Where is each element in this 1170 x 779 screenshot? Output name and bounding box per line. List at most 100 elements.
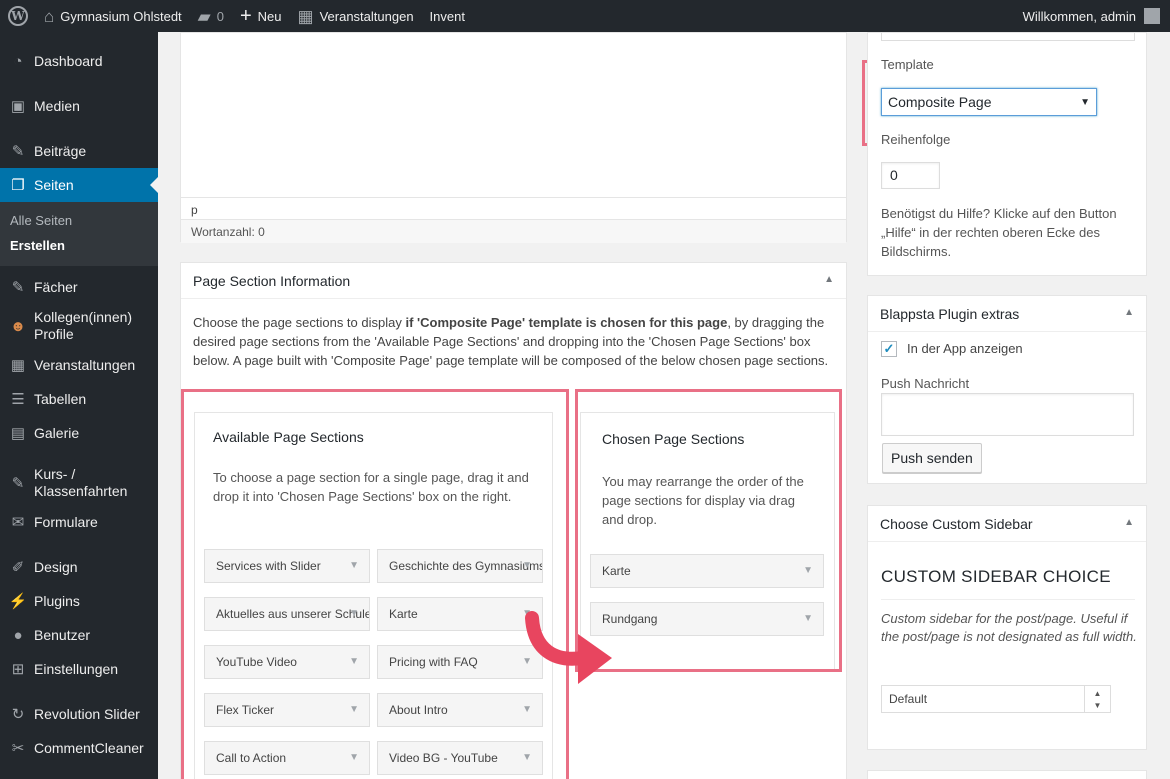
comments-link[interactable]: ▰ 0	[190, 0, 232, 32]
refresh-icon: ↻	[11, 706, 25, 723]
chosen-sections-title: Chosen Page Sections	[602, 431, 745, 447]
menu-label: Plugins	[34, 593, 80, 609]
order-input[interactable]: 0	[881, 162, 940, 189]
menu-item-colleagues[interactable]: ☻ Kollegen(innen) Profile	[0, 304, 158, 348]
section-item[interactable]: About Intro ▼	[377, 693, 543, 727]
chosen-page-sections[interactable]: Chosen Page Sections You may rearrange t…	[580, 412, 835, 671]
gallery-icon: ▤	[10, 425, 26, 442]
comments-count: 0	[216, 8, 224, 24]
menu-item-settings[interactable]: ⊞ Einstellungen	[0, 652, 158, 686]
menu-item-posts[interactable]: ✎ Beiträge	[0, 134, 158, 168]
postbox-title: Choose Custom Sidebar	[880, 516, 1033, 532]
chosen-section-item[interactable]: Karte ▼	[590, 554, 824, 588]
plug-icon: ⚡	[8, 593, 28, 610]
push-send-button[interactable]: Push senden	[882, 443, 982, 473]
template-select[interactable]: Composite Page ▼	[881, 88, 1097, 116]
menu-item-pages[interactable]: ❐ Seiten	[0, 168, 158, 202]
submenu-item-new-page[interactable]: Erstellen	[0, 233, 158, 258]
caret-down-icon: ▼	[803, 565, 813, 576]
menu-label: Beiträge	[34, 143, 87, 159]
postbox-header[interactable]: Blappsta Plugin extras ▲	[868, 296, 1146, 332]
collapse-toggle-icon[interactable]: ▲	[1124, 307, 1134, 318]
push-message-label: Push Nachricht	[881, 376, 970, 391]
pushpin-icon: ✎	[11, 474, 25, 492]
menu-label: Medien	[34, 98, 80, 114]
caret-down-icon: ▼	[349, 656, 359, 667]
site-name-label: Gymnasium Ohlstedt	[60, 8, 182, 24]
admin-bar: W ⌂ Gymnasium Ohlstedt ▰ 0 + Neu ▦ Veran…	[0, 0, 1170, 32]
menu-item-forms[interactable]: ✉ Formulare	[0, 505, 158, 539]
section-item[interactable]: Video BG - YouTube ▼	[377, 741, 543, 775]
table-icon: ☰	[11, 391, 25, 408]
custom-sidebar-select[interactable]: Default ▲ ▼	[881, 685, 1111, 713]
account-menu[interactable]: Willkommen, admin	[1015, 0, 1170, 32]
custom-sidebar-heading: CUSTOM SIDEBAR CHOICE	[881, 567, 1111, 586]
content-editor[interactable]: p Wortanzahl: 0	[180, 32, 847, 243]
word-count: Wortanzahl: 0	[181, 219, 846, 243]
caret-down-icon: ▼	[522, 704, 532, 715]
template-label: Template	[881, 57, 934, 72]
menu-label: Galerie	[34, 425, 80, 441]
menu-label: Tabellen	[34, 391, 87, 407]
postbox-header[interactable]: Page Section Information ▲	[181, 263, 846, 299]
pages-submenu: Alle Seiten Erstellen	[0, 202, 158, 266]
greeting-text: Willkommen, admin	[1022, 8, 1136, 24]
push-message-textarea[interactable]	[881, 393, 1134, 436]
menu-item-tables[interactable]: ☰ Tabellen	[0, 382, 158, 416]
site-name-link[interactable]: ⌂ Gymnasium Ohlstedt	[36, 0, 190, 32]
menu-label: Kollegen(innen) Profile	[34, 309, 133, 342]
section-item[interactable]: Karte ▼	[377, 597, 543, 631]
menu-item-subjects[interactable]: ✎ Fächer	[0, 270, 158, 304]
plus-icon: +	[239, 5, 252, 27]
postbox-header[interactable]: Choose Custom Sidebar ▲	[868, 506, 1146, 542]
menu-item-media[interactable]: ▣ Medien	[0, 89, 158, 123]
collapse-toggle-icon[interactable]: ▲	[824, 274, 834, 285]
menu-item-design[interactable]: ✐ Design	[0, 550, 158, 584]
caret-down-icon: ▼	[522, 752, 532, 763]
wordpress-logo-icon[interactable]: W	[0, 0, 36, 32]
divider	[881, 599, 1135, 600]
custom-sidebar-note: Custom sidebar for the post/page. Useful…	[881, 611, 1137, 644]
section-item[interactable]: Call to Action ▼	[204, 741, 370, 775]
caret-down-icon: ▼	[803, 613, 813, 624]
section-item[interactable]: Pricing with FAQ ▼	[377, 645, 543, 679]
caret-down-icon: ▼	[349, 608, 359, 619]
chosen-section-item[interactable]: Rundgang ▼	[590, 602, 824, 636]
new-content-link[interactable]: + Neu	[232, 0, 290, 32]
menu-item-comment-cleaner[interactable]: ✂ CommentCleaner	[0, 731, 158, 765]
settings-sliders-icon: ⊞	[11, 661, 25, 678]
pushpin-icon: ✎	[11, 143, 25, 160]
caret-down-icon: ▼	[349, 704, 359, 715]
calendar-icon: ▦	[10, 357, 26, 374]
menu-item-dashboard[interactable]: ◔ Dashboard	[0, 44, 158, 78]
menu-label: Seiten	[34, 177, 74, 193]
template-select-value: Composite Page	[888, 94, 992, 110]
show-in-app-checkbox[interactable]: ✓	[881, 341, 897, 357]
section-item[interactable]: Services with Slider ▼	[204, 549, 370, 583]
collapse-toggle-icon[interactable]: ▲	[1124, 517, 1134, 528]
menu-label: Veranstaltungen	[34, 357, 136, 373]
section-item[interactable]: Aktuelles aus unserer Schule ▼	[204, 597, 370, 631]
menu-item-events[interactable]: ▦ Veranstaltungen	[0, 348, 158, 382]
parent-select[interactable]	[881, 33, 1135, 41]
menu-item-users[interactable]: ● Benutzer	[0, 618, 158, 652]
menu-item-revolution-slider[interactable]: ↻ Revolution Slider	[0, 697, 158, 731]
section-item[interactable]: Flex Ticker ▼	[204, 693, 370, 727]
pushpin-icon: ✎	[11, 279, 25, 296]
media-icon: ▣	[10, 98, 26, 115]
section-item[interactable]: Geschichte des Gymnasiums ▼	[377, 549, 543, 583]
page-section-information-box: Page Section Information ▲ Choose the pa…	[180, 262, 847, 779]
menu-item-gallery[interactable]: ▤ Galerie	[0, 416, 158, 450]
submenu-item-all-pages[interactable]: Alle Seiten	[0, 208, 158, 233]
events-link[interactable]: ▦ Veranstaltungen	[290, 0, 422, 32]
next-postbox	[867, 770, 1147, 779]
menu-item-plugins[interactable]: ⚡ Plugins	[0, 584, 158, 618]
page-sections-intro: Choose the page sections to display if '…	[193, 315, 829, 368]
calendar-icon: ▦	[297, 6, 314, 26]
menu-label: Einstellungen	[34, 661, 119, 677]
section-item[interactable]: YouTube Video ▼	[204, 645, 370, 679]
user-icon: ●	[13, 626, 23, 644]
menu-item-courses[interactable]: ✎ Kurs- / Klassenfahrten	[0, 461, 158, 505]
invent-link[interactable]: Invent	[422, 0, 473, 32]
caret-down-icon: ▼	[349, 752, 359, 763]
